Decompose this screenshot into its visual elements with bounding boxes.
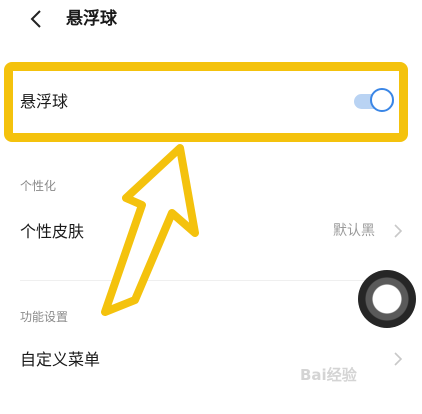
toggle-knob	[370, 88, 394, 112]
float-ball-label: 悬浮球	[20, 92, 69, 111]
section-title-personalization: 个性化	[20, 179, 57, 193]
back-button[interactable]	[26, 8, 48, 30]
chevron-left-icon	[30, 10, 41, 28]
watermark: Bai经验	[300, 366, 357, 384]
chevron-right-icon[interactable]	[393, 351, 403, 367]
chevron-right-icon[interactable]	[393, 223, 403, 239]
page-title: 悬浮球	[66, 9, 117, 29]
section-title-function-settings: 功能设置	[20, 310, 69, 324]
float-ball-toggle[interactable]	[352, 87, 399, 115]
custom-menu-label[interactable]: 自定义菜单	[20, 349, 100, 371]
divider	[20, 280, 408, 281]
floating-ball[interactable]	[358, 270, 416, 328]
skin-setting-value[interactable]: 默认黑	[333, 222, 375, 240]
skin-setting-label[interactable]: 个性皮肤	[20, 221, 84, 243]
